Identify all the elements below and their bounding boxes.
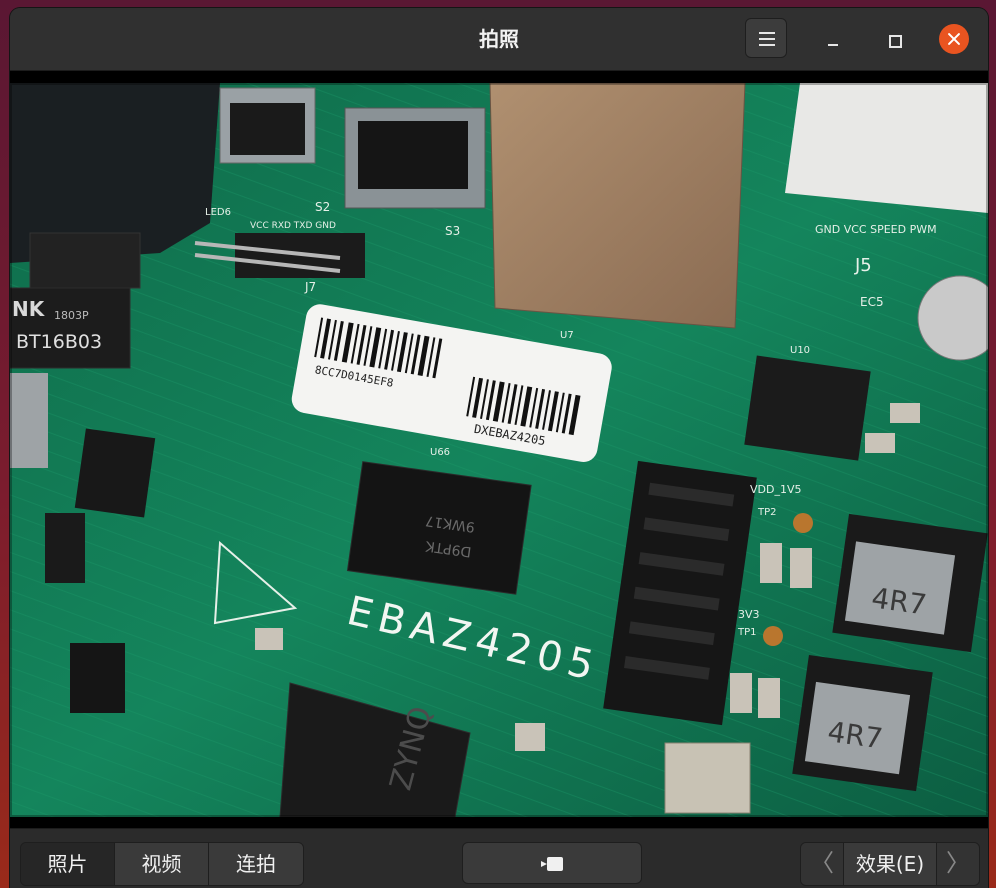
maximize-button[interactable]: [882, 30, 908, 56]
camera-frame-image: NK 1803P BT16B03 S2 S3 LED6 VCC RXD TXD …: [10, 83, 988, 817]
svg-text:TP1: TP1: [737, 627, 757, 638]
svg-text:TP2: TP2: [757, 507, 777, 518]
memory-chip: 9WK17 D9PTK: [346, 461, 532, 595]
mode-video-button[interactable]: 视频: [115, 843, 209, 885]
mode-switcher: 照片 视频 连拍: [20, 842, 304, 886]
camera-preview: NK 1803P BT16B03 S2 S3 LED6 VCC RXD TXD …: [10, 71, 988, 828]
svg-text:S2: S2: [315, 200, 330, 214]
inductor-2: 4R7: [792, 654, 933, 792]
svg-text:VCC RXD TXD GND: VCC RXD TXD GND: [250, 221, 336, 231]
svg-text:3V3: 3V3: [738, 608, 760, 621]
svg-text:GND VCC SPEED PWM: GND VCC SPEED PWM: [815, 223, 937, 236]
svg-text:1803P: 1803P: [54, 309, 89, 322]
svg-text:LED6: LED6: [205, 207, 231, 218]
menu-button[interactable]: [745, 18, 787, 58]
svg-text:U10: U10: [790, 345, 810, 356]
svg-text:BT16B03: BT16B03: [16, 331, 102, 353]
svg-text:J5: J5: [854, 255, 872, 276]
svg-text:VDD_1V5: VDD_1V5: [750, 483, 802, 496]
hamburger-icon: [759, 32, 775, 46]
mode-burst-button[interactable]: 连拍: [209, 843, 303, 885]
camera-window: 拍照 NK 1803P BT16B03 S2 S3 LED6 VCC RXD T…: [10, 8, 988, 888]
close-button[interactable]: [939, 24, 969, 54]
svg-text:U66: U66: [430, 447, 450, 458]
mode-photo-button[interactable]: 照片: [21, 843, 115, 885]
svg-text:NK: NK: [12, 297, 46, 321]
effects-button[interactable]: 效果(E): [843, 843, 937, 885]
inductor-1: 4R7: [832, 513, 988, 653]
effects-selector: 〈 效果(E) 〉: [800, 842, 980, 886]
svg-text:U7: U7: [560, 330, 574, 341]
effects-prev-button[interactable]: 〈: [801, 843, 843, 885]
minimize-button[interactable]: [820, 30, 846, 56]
title-bar: 拍照: [10, 8, 988, 71]
effects-next-button[interactable]: 〉: [937, 843, 979, 885]
bottom-toolbar: 照片 视频 连拍 〈 效果(E) 〉: [10, 828, 988, 888]
svg-text:J7: J7: [304, 280, 316, 294]
svg-text:S3: S3: [445, 224, 460, 238]
transformer-chip: NK 1803P BT16B03: [10, 287, 131, 369]
svg-text:EC5: EC5: [860, 295, 884, 309]
capture-button[interactable]: [462, 842, 642, 884]
camera-icon: [541, 857, 563, 871]
